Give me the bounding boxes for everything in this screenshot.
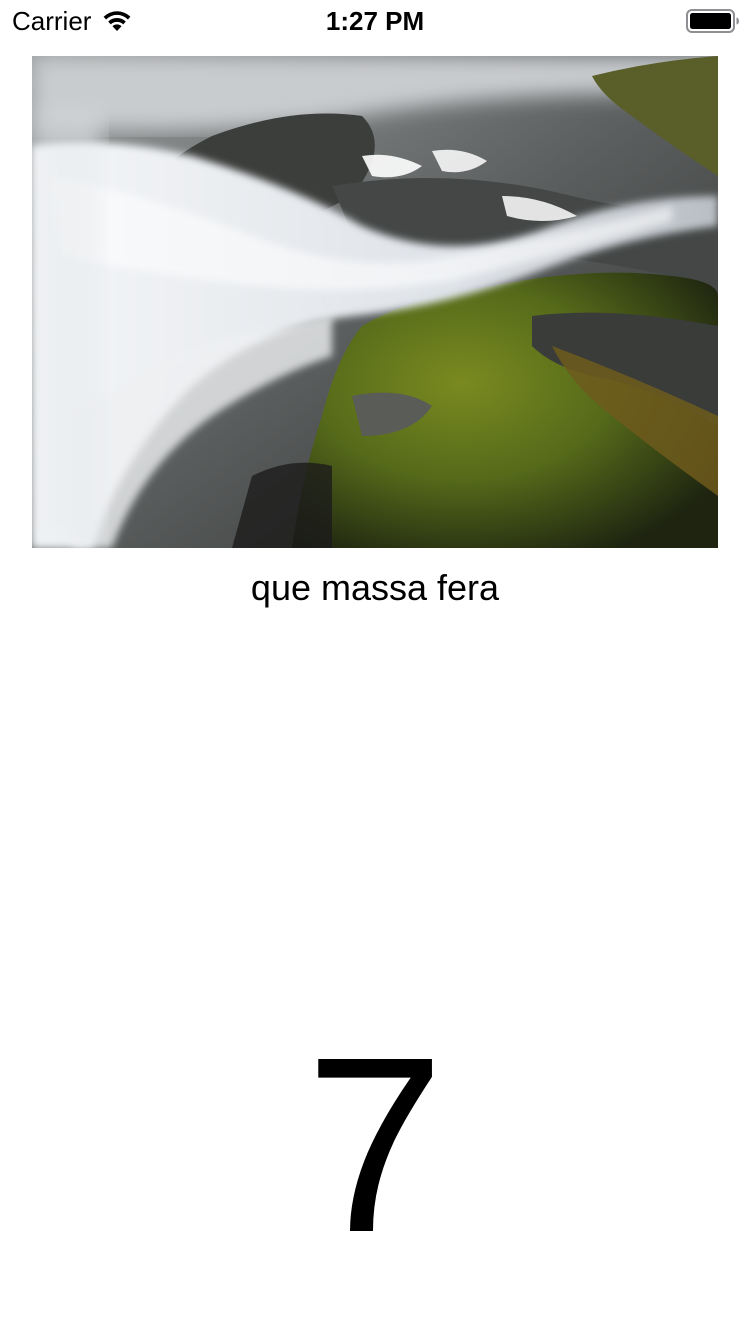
photo-caption: que massa fera — [250, 567, 500, 608]
battery-full-icon — [686, 9, 739, 33]
status-time: 1:27 PM — [325, 6, 425, 36]
status-bar: Carrier 1:27 PM — [0, 0, 750, 40]
app-screen: Carrier 1:27 PM que massa fera 7 — [0, 0, 750, 1334]
waterfall-photo — [32, 56, 718, 548]
counter-number: 7 — [305, 1005, 445, 1284]
